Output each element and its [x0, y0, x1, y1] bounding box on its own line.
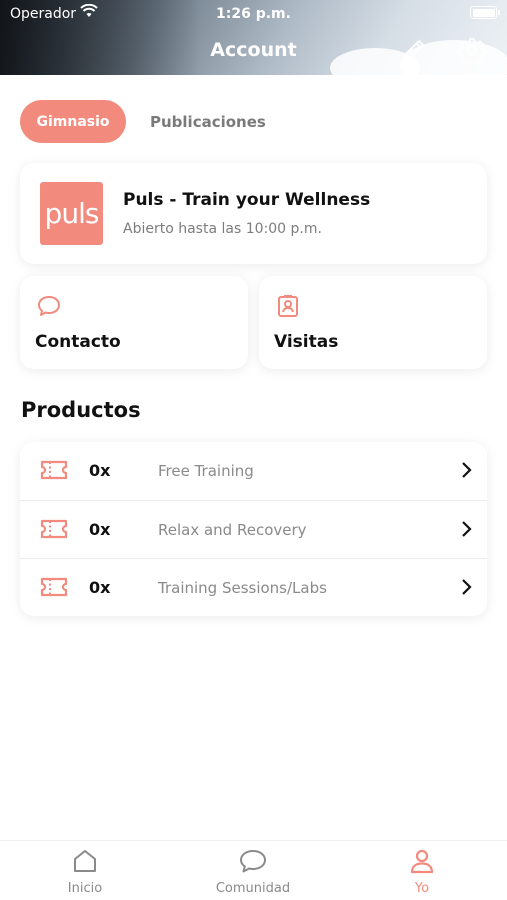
nav-label: Yo [414, 881, 430, 896]
nav-yo[interactable]: Yo [362, 847, 482, 896]
product-row[interactable]: 0x Free Training [20, 442, 487, 500]
visits-card[interactable]: Visitas [259, 276, 487, 369]
bottom-nav: Inicio Comunidad Yo [0, 840, 507, 900]
product-name: Relax and Recovery [158, 521, 307, 539]
tab-gimnasio[interactable]: Gimnasio [20, 100, 126, 143]
home-icon [74, 850, 96, 872]
nav-label: Inicio [67, 881, 103, 896]
contact-card[interactable]: Contacto [20, 276, 248, 369]
tab-publicaciones[interactable]: Publicaciones [150, 100, 266, 143]
product-row[interactable]: 0x Training Sessions/Labs [20, 558, 487, 616]
visits-label: Visitas [274, 332, 339, 352]
ticket-icon [40, 460, 68, 480]
gym-hours: Abierto hasta las 10:00 p.m. [123, 221, 322, 237]
header: Operador 1:26 p.m. Account [0, 0, 507, 75]
person-icon [410, 849, 434, 874]
gym-logo: puls [40, 182, 103, 245]
product-qty: 0x [89, 578, 111, 597]
page-title: Account [210, 39, 297, 61]
product-name: Training Sessions/Labs [158, 579, 327, 597]
products-title: Productos [21, 398, 141, 422]
ticket-icon [40, 519, 68, 539]
gym-card[interactable]: puls Puls - Train your Wellness Abierto … [20, 163, 487, 264]
nav-inicio[interactable]: Inicio [25, 847, 145, 896]
product-name: Free Training [158, 462, 254, 480]
battery-icon [470, 6, 500, 19]
pencil-icon[interactable] [400, 36, 428, 64]
chevron-right-icon [462, 521, 472, 537]
chevron-right-icon [462, 462, 472, 478]
chat-bubble-icon [38, 296, 60, 316]
ticket-icon [40, 577, 68, 597]
status-bar: Operador 1:26 p.m. [0, 0, 507, 28]
gym-name: Puls - Train your Wellness [123, 190, 371, 210]
nav-label: Comunidad [215, 881, 291, 896]
badge-icon [278, 295, 298, 317]
product-qty: 0x [89, 520, 111, 539]
contact-label: Contacto [35, 332, 121, 352]
clock: 1:26 p.m. [216, 6, 291, 22]
products-list: 0x Free Training 0x Relax and Recovery 0… [20, 442, 487, 616]
product-qty: 0x [89, 461, 111, 480]
chevron-right-icon [462, 579, 472, 595]
gear-icon[interactable] [458, 36, 486, 64]
product-row[interactable]: 0x Relax and Recovery [20, 500, 487, 558]
nav-comunidad[interactable]: Comunidad [193, 847, 313, 896]
chat-bubble-icon [240, 850, 266, 873]
